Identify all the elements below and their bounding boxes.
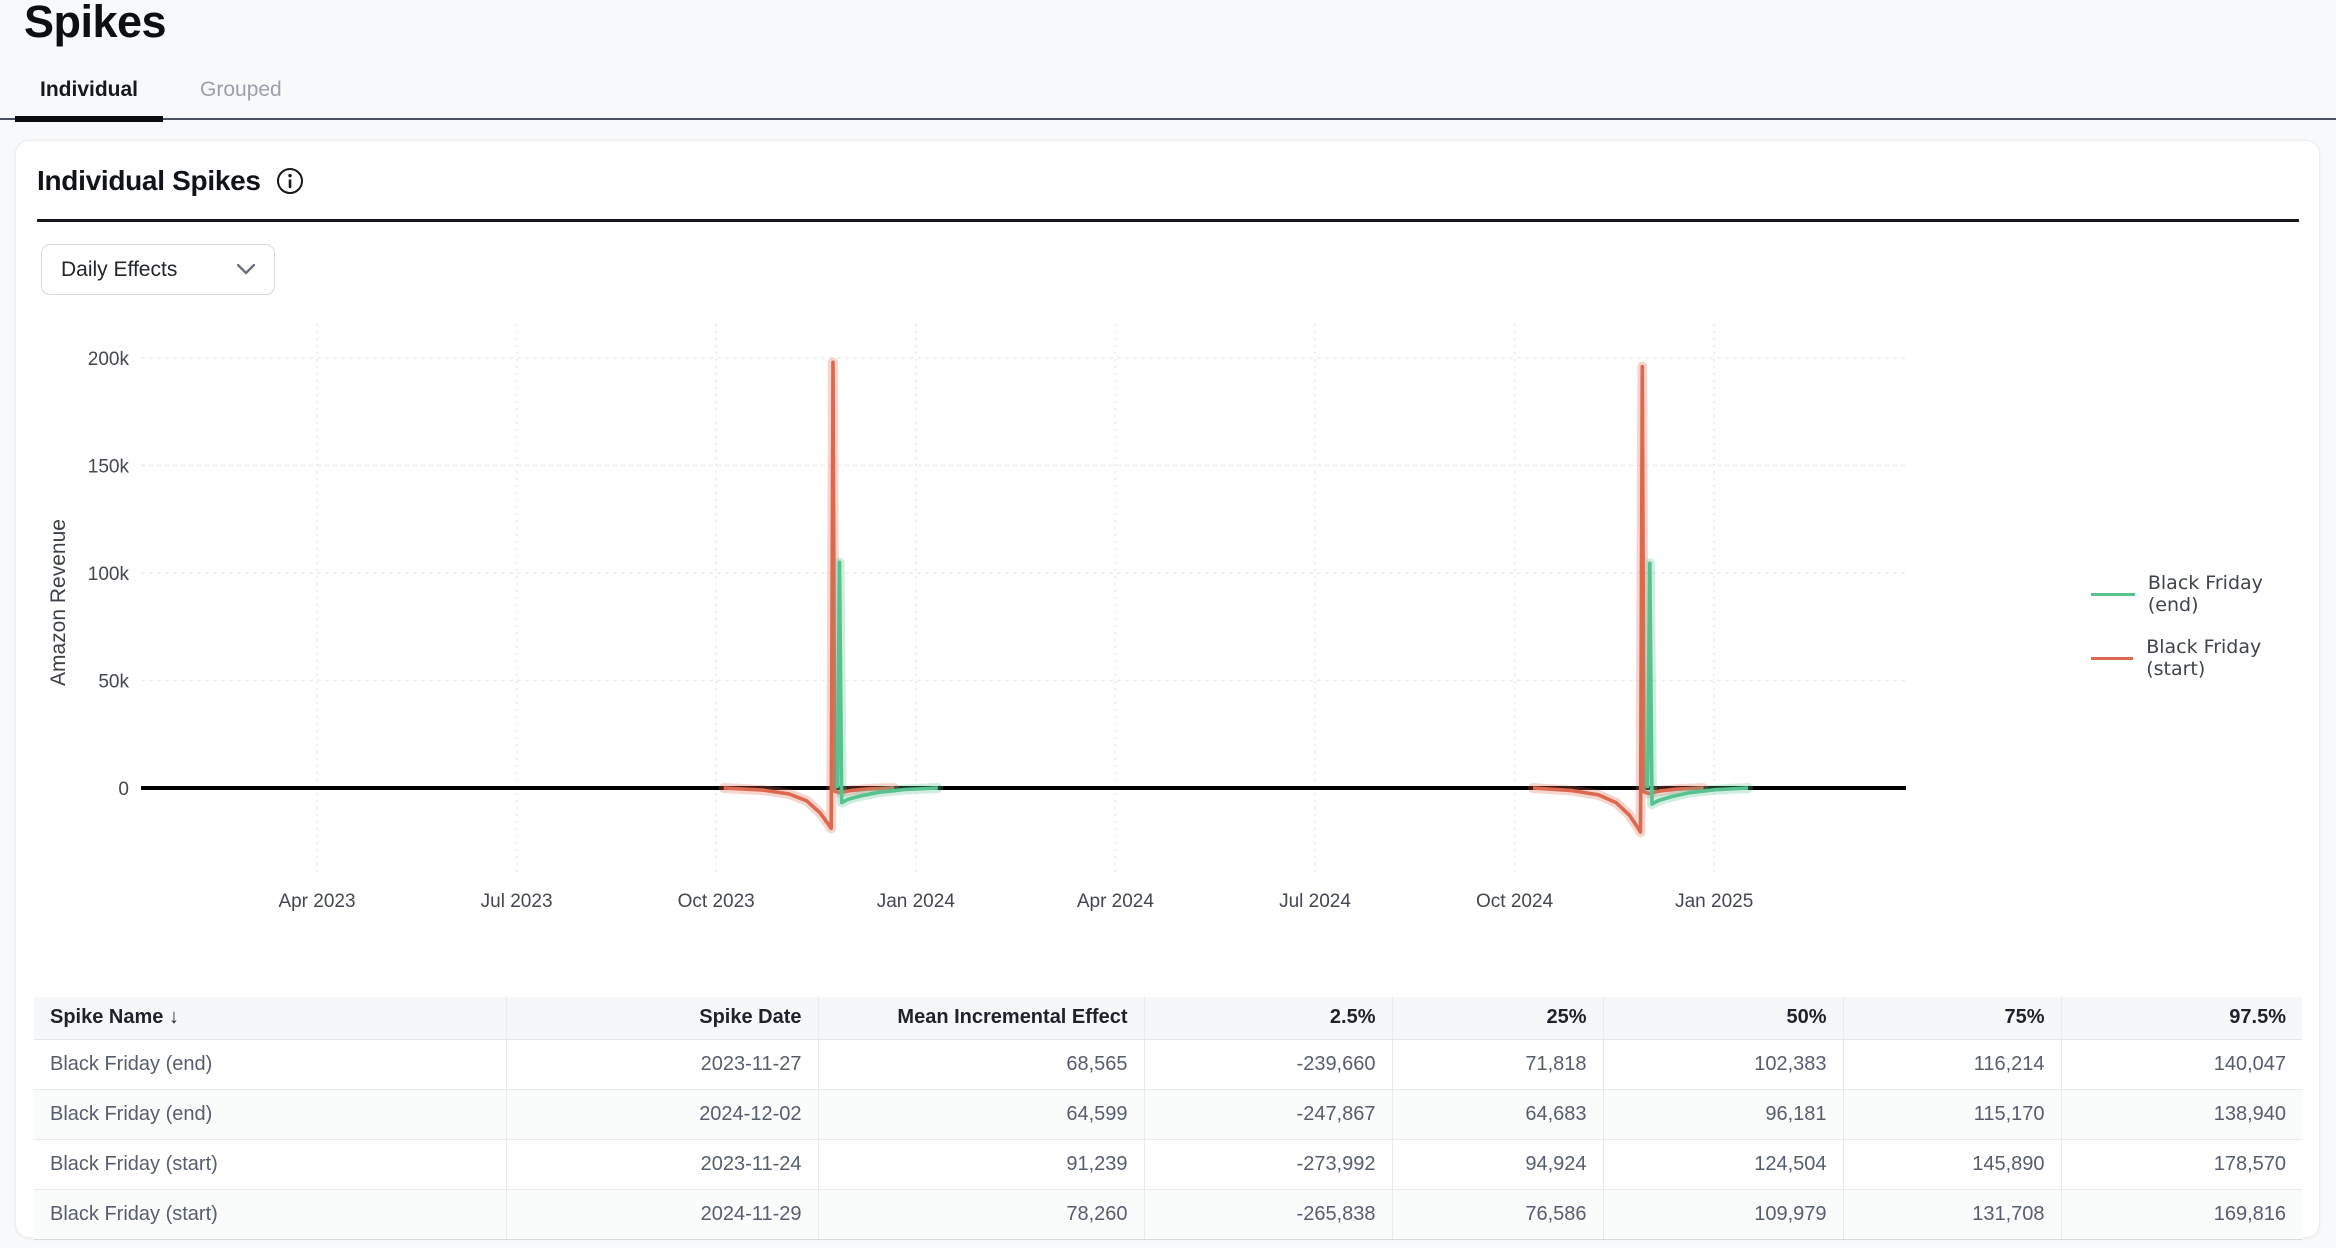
spikes-table: Spike Name ↓Spike DateMean Incremental E… — [34, 997, 2302, 1240]
value-cell: -247,867 — [1144, 1089, 1392, 1139]
x-tick-label: Jul 2023 — [481, 891, 553, 912]
value-cell: 71,818 — [1392, 1039, 1603, 1089]
header-divider — [37, 219, 2299, 222]
column-header-50-[interactable]: 50% — [1603, 997, 1843, 1039]
value-cell: 102,383 — [1603, 1039, 1843, 1089]
value-cell: 76,586 — [1392, 1189, 1603, 1239]
column-header-mean-incremental-effect[interactable]: Mean Incremental Effect — [818, 997, 1144, 1039]
series-band — [837, 562, 938, 802]
value-cell: 2023-11-24 — [506, 1139, 818, 1189]
card-title: Individual Spikes — [37, 165, 261, 197]
x-tick-label: Oct 2023 — [678, 891, 755, 912]
individual-spikes-card: Individual Spikes Daily Effects Apr 2023… — [15, 140, 2320, 1238]
value-cell: 169,816 — [2061, 1189, 2302, 1239]
tab-individual[interactable]: Individual — [15, 62, 163, 118]
legend-entry-black-friday-start[interactable]: Black Friday (start) — [2091, 636, 2319, 680]
value-cell: 64,683 — [1392, 1089, 1603, 1139]
card-title-row: Individual Spikes — [37, 165, 304, 197]
x-tick-label: Jan 2024 — [877, 891, 956, 912]
value-cell: 78,260 — [818, 1189, 1144, 1239]
y-tick-label: 200k — [88, 349, 130, 370]
series-line — [837, 562, 938, 802]
column-header-spike-date[interactable]: Spike Date — [506, 997, 818, 1039]
spike-name-cell: Black Friday (end) — [34, 1089, 506, 1139]
spikes-chart[interactable]: Apr 2023 Jul 2023 Oct 2023 Jan 2024 Apr 2024… — [61, 316, 1921, 936]
tab-individual-label: Individual — [40, 78, 138, 102]
value-cell: 178,570 — [2061, 1139, 2302, 1189]
table-row[interactable]: Black Friday (end)2023-11-2768,565-239,6… — [34, 1039, 2302, 1089]
legend-entry-black-friday-end[interactable]: Black Friday (end) — [2091, 572, 2319, 616]
column-header-spike-name[interactable]: Spike Name ↓ — [34, 997, 506, 1039]
value-cell: 109,979 — [1603, 1189, 1843, 1239]
legend-label: Black Friday (end) — [2148, 572, 2319, 616]
legend-swatch-red — [2091, 657, 2133, 660]
legend-label: Black Friday (start) — [2146, 636, 2319, 680]
value-cell: -273,992 — [1144, 1139, 1392, 1189]
x-tick-label: Jul 2024 — [1279, 891, 1351, 912]
x-tick-label: Jan 2025 — [1675, 891, 1753, 912]
value-cell: 2023-11-27 — [506, 1039, 818, 1089]
table-row[interactable]: Black Friday (start)2023-11-2491,239-273… — [34, 1139, 2302, 1189]
spike-name-cell: Black Friday (start) — [34, 1139, 506, 1189]
tab-grouped[interactable]: Grouped — [175, 62, 307, 118]
series-line — [724, 362, 895, 828]
series-line — [1648, 563, 1749, 804]
column-header-2-5-[interactable]: 2.5% — [1144, 997, 1392, 1039]
value-cell: 91,239 — [818, 1139, 1144, 1189]
series-line — [1533, 367, 1704, 832]
spike-name-cell: Black Friday (start) — [34, 1189, 506, 1239]
column-header-75-[interactable]: 75% — [1843, 997, 2061, 1039]
chevron-down-icon — [237, 264, 255, 275]
series-band — [724, 362, 895, 828]
column-header-97-5-[interactable]: 97.5% — [2061, 997, 2302, 1039]
table-row[interactable]: Black Friday (end)2024-12-0264,599-247,8… — [34, 1089, 2302, 1139]
value-cell: 68,565 — [818, 1039, 1144, 1089]
y-tick-label: 50k — [98, 672, 129, 693]
x-tick-label: Apr 2024 — [1077, 891, 1155, 912]
table-row[interactable]: Black Friday (start)2024-11-2978,260-265… — [34, 1189, 2302, 1239]
chart-canvas[interactable]: Apr 2023 Jul 2023 Oct 2023 Jan 2024 Apr 2024… — [61, 316, 1921, 936]
value-cell: -239,660 — [1144, 1039, 1392, 1089]
value-cell: 94,924 — [1392, 1139, 1603, 1189]
value-cell: 64,599 — [818, 1089, 1144, 1139]
value-cell: 131,708 — [1843, 1189, 2061, 1239]
value-cell: -265,838 — [1144, 1189, 1392, 1239]
info-icon[interactable] — [276, 167, 304, 195]
value-cell: 115,170 — [1843, 1089, 2061, 1139]
value-cell: 96,181 — [1603, 1089, 1843, 1139]
value-cell: 138,940 — [2061, 1089, 2302, 1139]
value-cell: 124,504 — [1603, 1139, 1843, 1189]
effects-dropdown[interactable]: Daily Effects — [41, 244, 275, 295]
y-axis-title: Amazon Revenue — [47, 519, 71, 686]
value-cell: 116,214 — [1843, 1039, 2061, 1089]
y-tick-label: 150k — [88, 457, 130, 478]
series-band — [1533, 367, 1704, 832]
x-tick-label: Oct 2024 — [1476, 891, 1554, 912]
value-cell: 2024-12-02 — [506, 1089, 818, 1139]
chart-legend: Black Friday (end) Black Friday (start) — [2091, 572, 2319, 680]
column-header-25-[interactable]: 25% — [1392, 997, 1603, 1039]
y-tick-label: 0 — [118, 779, 129, 800]
y-tick-label: 100k — [88, 564, 130, 585]
spike-name-cell: Black Friday (end) — [34, 1039, 506, 1089]
table-header-row: Spike Name ↓Spike DateMean Incremental E… — [34, 997, 2302, 1039]
value-cell: 140,047 — [2061, 1039, 2302, 1089]
tab-grouped-label: Grouped — [200, 78, 282, 102]
x-tick-label: Apr 2023 — [278, 891, 355, 912]
tab-bar: Individual Grouped — [0, 62, 2336, 120]
value-cell: 2024-11-29 — [506, 1189, 818, 1239]
series-band — [1648, 563, 1749, 804]
value-cell: 145,890 — [1843, 1139, 2061, 1189]
legend-swatch-green — [2091, 593, 2135, 596]
page-title: Spikes — [24, 0, 166, 48]
effects-dropdown-value: Daily Effects — [61, 258, 177, 282]
